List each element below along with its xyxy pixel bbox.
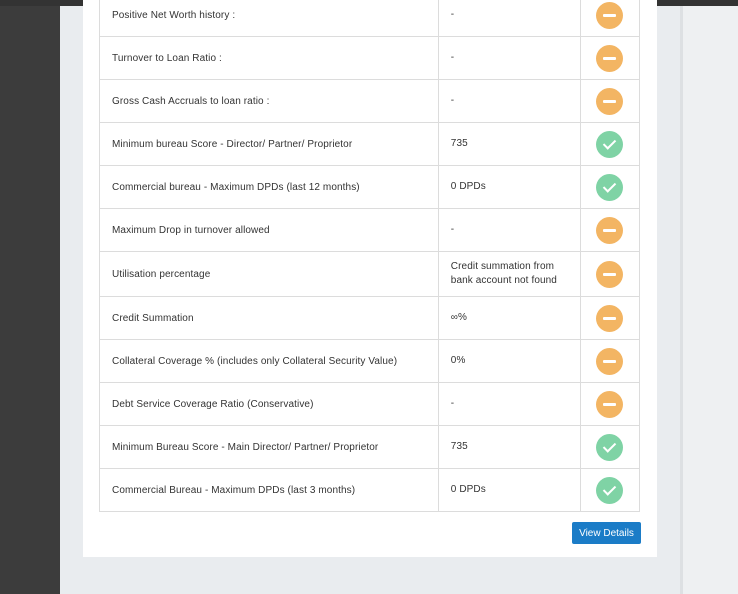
criterion-label: Minimum bureau Score - Director/ Partner… xyxy=(99,122,439,166)
table-row: Minimum Bureau Score - Main Director/ Pa… xyxy=(99,425,641,469)
criterion-label: Commercial bureau - Maximum DPDs (last 1… xyxy=(99,165,439,209)
minus-circle-icon xyxy=(596,347,624,375)
criterion-value: - xyxy=(437,208,581,252)
check-circle-icon xyxy=(596,173,624,201)
table-row: Turnover to Loan Ratio : - xyxy=(99,36,641,80)
criterion-label: Collateral Coverage % (includes only Col… xyxy=(99,339,439,383)
right-panel-edge xyxy=(680,6,738,594)
criterion-label: Debt Service Coverage Ratio (Conservativ… xyxy=(99,382,439,426)
criterion-value: 735 xyxy=(437,122,581,166)
table-row: Maximum Drop in turnover allowed - xyxy=(99,208,641,252)
minus-circle-icon xyxy=(596,87,624,115)
table-row: Collateral Coverage % (includes only Col… xyxy=(99,339,641,383)
criterion-label: Positive Net Worth history : xyxy=(99,0,439,37)
minus-circle-icon xyxy=(596,304,624,332)
criterion-label: Gross Cash Accruals to loan ratio : xyxy=(99,79,439,123)
criterion-value: Credit summation from bank account not f… xyxy=(437,251,581,297)
criterion-value: - xyxy=(437,79,581,123)
eligibility-card: Positive Net Worth history : - Turnover … xyxy=(83,0,657,557)
criterion-value: 0% xyxy=(437,339,581,383)
criterion-value: - xyxy=(437,382,581,426)
table-row: Commercial bureau - Maximum DPDs (last 1… xyxy=(99,165,641,209)
criterion-value: - xyxy=(437,0,581,37)
table-row: Positive Net Worth history : - xyxy=(99,0,641,37)
criterion-label: Maximum Drop in turnover allowed xyxy=(99,208,439,252)
minus-circle-icon xyxy=(596,216,624,244)
criterion-value: - xyxy=(437,36,581,80)
check-circle-icon xyxy=(596,130,624,158)
criterion-label: Utilisation percentage xyxy=(99,251,439,297)
table-row: Credit Summation ∞% xyxy=(99,296,641,340)
table-row: Minimum bureau Score - Director/ Partner… xyxy=(99,122,641,166)
criterion-value: 0 DPDs xyxy=(437,468,581,512)
eligibility-criteria-table: Positive Net Worth history : - Turnover … xyxy=(99,0,641,512)
minus-circle-icon xyxy=(596,1,624,29)
check-circle-icon xyxy=(596,433,624,461)
criterion-label: Turnover to Loan Ratio : xyxy=(99,36,439,80)
criterion-label: Credit Summation xyxy=(99,296,439,340)
table-row: Debt Service Coverage Ratio (Conservativ… xyxy=(99,382,641,426)
check-circle-icon xyxy=(596,476,624,504)
criterion-value: 735 xyxy=(437,425,581,469)
table-row: Utilisation percentage Credit summation … xyxy=(99,251,641,297)
criterion-label: Minimum Bureau Score - Main Director/ Pa… xyxy=(99,425,439,469)
minus-circle-icon xyxy=(596,44,624,72)
criterion-value: ∞% xyxy=(437,296,581,340)
minus-circle-icon xyxy=(596,390,624,418)
left-sidebar xyxy=(0,6,60,594)
table-row: Commercial Bureau - Maximum DPDs (last 3… xyxy=(99,468,641,512)
criterion-value: 0 DPDs xyxy=(437,165,581,209)
table-row: Gross Cash Accruals to loan ratio : - xyxy=(99,79,641,123)
criterion-label: Commercial Bureau - Maximum DPDs (last 3… xyxy=(99,468,439,512)
minus-circle-icon xyxy=(596,260,624,288)
view-details-button[interactable]: View Details xyxy=(572,522,641,544)
